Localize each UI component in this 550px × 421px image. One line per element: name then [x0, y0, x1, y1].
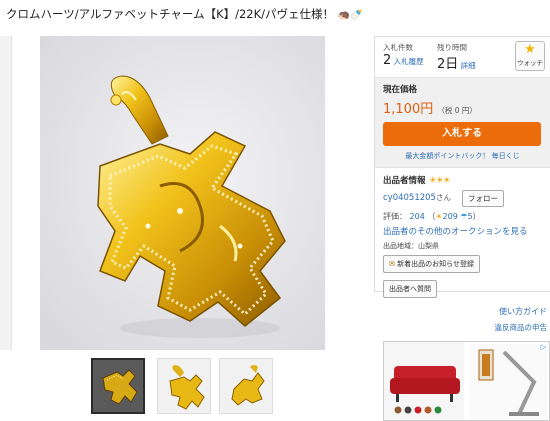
watch-button[interactable]: ★ ウォッチ [515, 41, 545, 71]
price-tax: （税 0 円） [437, 106, 477, 115]
time-remaining: 2日 [437, 57, 459, 72]
report-violation-link[interactable]: 違反商品の申告 [495, 322, 548, 333]
bids-stat: 入札件数 2 入札履歴 [383, 42, 424, 68]
seller-region: 出品地域：山梨県 [383, 242, 439, 250]
thumbnail-pendant-side [231, 365, 265, 406]
notify-icon: ✉ [389, 260, 395, 268]
bids-count: 2 [383, 53, 392, 68]
ad-image [384, 342, 548, 420]
time-stat: 残り時間 2日 詳細 [437, 42, 476, 72]
seller-id-link[interactable]: cy04051205 [383, 193, 436, 203]
ask-seller-button[interactable]: 出品者へ質問 [383, 280, 437, 298]
star-icon: ★ [524, 42, 536, 57]
promo-link[interactable]: 最大金額ポイントバック！ 毎日くじ [383, 151, 542, 161]
rating-total[interactable]: 204 [410, 212, 425, 221]
bids-label: 入札件数 [383, 43, 413, 52]
seller-info-title: 出品者情報 ☀☀☀ [383, 174, 542, 186]
price-value: 1,100円 [383, 102, 434, 117]
thumbnail-pendant-dark [102, 369, 138, 405]
sun-icon: ☀ [435, 212, 443, 221]
thumbnail-2[interactable] [157, 358, 211, 414]
other-auctions-link[interactable]: 出品者のその他のオークションを見る [383, 225, 542, 237]
watch-label: ウォッチ [517, 59, 543, 67]
auction-stats-row: 入札件数 2 入札履歴 残り時間 2日 詳細 ★ ウォッチ [375, 37, 550, 77]
seller-info: 出品者情報 ☀☀☀ cy04051205さん フォロー 評価： 204 （☀20… [375, 168, 550, 298]
seller-id: cy04051205さん [383, 192, 451, 203]
time-detail-link[interactable]: 詳細 [461, 61, 476, 70]
advertisement[interactable]: ▷ [383, 341, 550, 421]
follow-button[interactable]: フォロー [462, 190, 504, 207]
usage-guide-link[interactable]: 使い方ガイド [499, 306, 547, 317]
ad-choices-icon[interactable]: ▷ [541, 343, 546, 351]
main-product-image[interactable] [40, 36, 325, 350]
seller-rating: 評価： 204 （☀209 ☂5） [383, 211, 542, 222]
rating-label: 評価： [383, 212, 407, 221]
bids-history-link[interactable]: 入札履歴 [394, 57, 424, 66]
rating-good[interactable]: 209 [443, 212, 458, 221]
thumbnail-3[interactable] [219, 358, 273, 414]
thumbnail-1[interactable] [91, 358, 145, 414]
current-price-label: 現在価格 [383, 85, 418, 95]
notify-new-listing-button[interactable]: ✉ 新着出品のお知らせ登録 [383, 255, 480, 273]
pendant-image [40, 36, 325, 350]
hedgehog-bottle-emoji-icon: 🦔🍼 [337, 10, 363, 21]
notify-label: 新着出品のお知らせ登録 [397, 260, 474, 268]
thumbnail-strip [0, 358, 370, 418]
auction-panel: 入札件数 2 入札履歴 残り時間 2日 詳細 ★ ウォッチ 現在価格 1,100… [374, 36, 550, 298]
current-price: 1,100円 （税 0 円） [383, 98, 542, 117]
item-title: クロムハーツ/アルファベットチャーム【K】/22K/パヴェ仕様！ 🦔🍼 [6, 6, 546, 22]
umbrella-icon: ☂ [460, 212, 468, 221]
time-label: 残り時間 [437, 43, 467, 52]
seller-rank-sun-icon: ☀☀☀ [428, 176, 450, 186]
thumbnail-pendant-front [169, 365, 205, 410]
bid-button[interactable]: 入札する [383, 122, 541, 146]
left-scroll-strip [0, 36, 12, 350]
rating-close-paren: ） [472, 212, 481, 221]
seller-id-row: cy04051205さん フォロー [383, 190, 542, 207]
item-title-text: クロムハーツ/アルファベットチャーム【K】/22K/パヴェ仕様！ [6, 7, 335, 21]
price-box: 現在価格 1,100円 （税 0 円） 入札する 最大金額ポイントバック！ 毎日… [375, 77, 550, 168]
seller-info-label: 出品者情報 [383, 176, 426, 186]
seller-honorific: さん [435, 193, 451, 202]
